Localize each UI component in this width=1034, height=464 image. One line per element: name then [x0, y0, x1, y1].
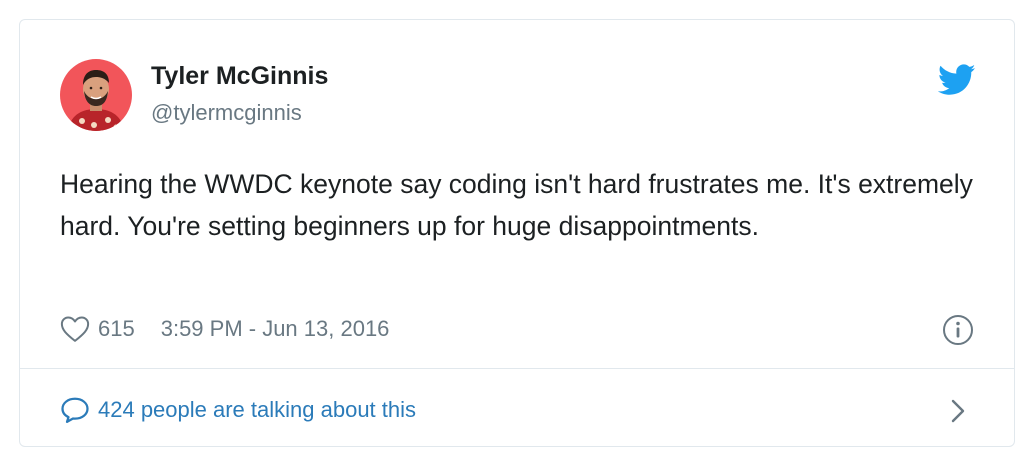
tweet-meta: 615 3:59 PM - Jun 13, 2016 [60, 312, 389, 346]
conversation-label: 424 people are talking about this [98, 397, 417, 422]
avatar[interactable] [60, 59, 132, 131]
speech-bubble-icon [61, 397, 89, 423]
divider [20, 368, 1014, 369]
heart-icon[interactable] [60, 315, 90, 343]
author-handle[interactable]: @tylermcginnis [151, 100, 302, 126]
tweet-card: Tyler McGinnis @tylermcginnis Hearing th… [19, 19, 1015, 447]
author-name[interactable]: Tyler McGinnis [151, 62, 328, 91]
like-count[interactable]: 615 [98, 316, 135, 342]
conversation-link[interactable]: 424 people are talking about this [60, 392, 416, 428]
info-icon[interactable] [942, 314, 974, 346]
tweet-timestamp[interactable]: 3:59 PM - Jun 13, 2016 [161, 316, 390, 342]
twitter-bird-icon[interactable] [938, 64, 976, 96]
tweet-text: Hearing the WWDC keynote say coding isn'… [60, 169, 973, 241]
chevron-right-icon[interactable] [950, 398, 966, 424]
